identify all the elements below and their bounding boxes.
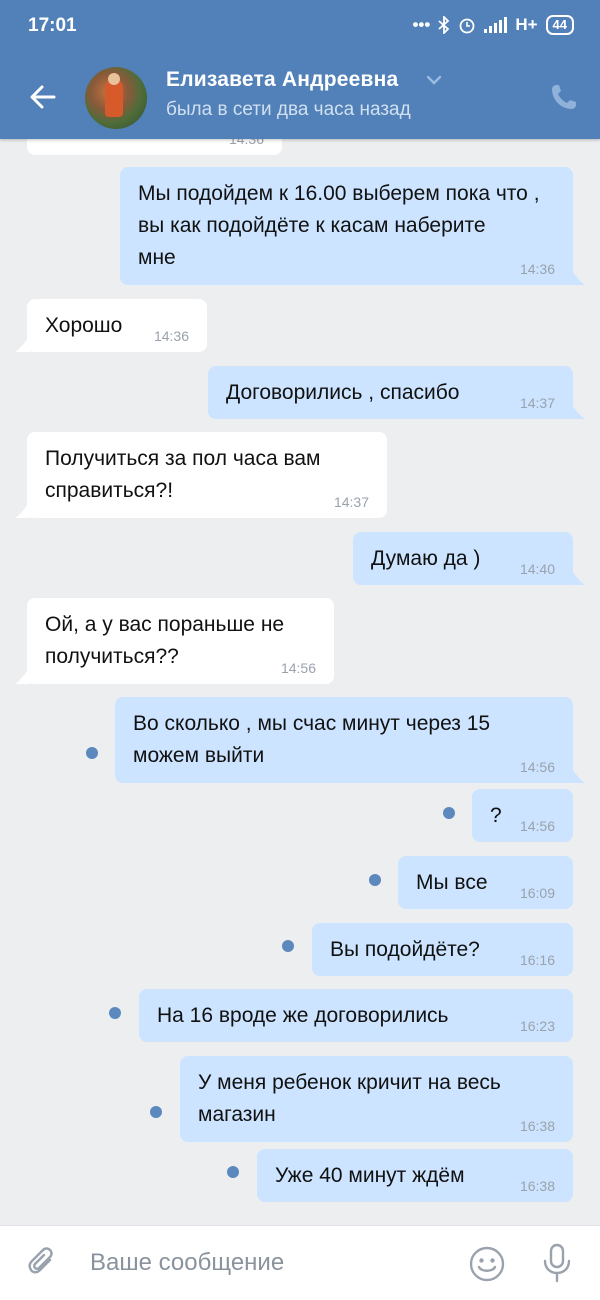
message-time: 14:40 bbox=[519, 561, 555, 577]
message-text: Получиться за пол часа вам справиться?! bbox=[45, 447, 321, 502]
contact-avatar[interactable] bbox=[85, 67, 147, 129]
unread-indicator bbox=[109, 1007, 121, 1019]
unread-indicator bbox=[227, 1166, 239, 1178]
message-text: Думаю да ) bbox=[371, 547, 481, 570]
incoming-message[interactable]: 14:36 bbox=[27, 139, 282, 155]
message-list[interactable]: 14:36 Мы подойдем к 16.00 выберем пока чт… bbox=[0, 139, 600, 1225]
network-type: H+ bbox=[515, 15, 538, 34]
message-text: У меня ребенок кричит на весь магазин bbox=[198, 1071, 501, 1126]
outgoing-message[interactable]: На 16 вроде же договорились 16:23 bbox=[139, 989, 573, 1042]
contact-name[interactable]: Елизавета Андреевна bbox=[166, 68, 398, 92]
paperclip-icon[interactable] bbox=[26, 1246, 60, 1280]
message-time: 16:23 bbox=[519, 1018, 555, 1034]
bubble-tail bbox=[15, 500, 31, 518]
bubble-tail bbox=[569, 401, 585, 419]
bluetooth-icon bbox=[438, 16, 450, 34]
microphone-icon[interactable] bbox=[540, 1243, 574, 1283]
incoming-message[interactable]: Получиться за пол часа вам справиться?! 1… bbox=[15, 432, 387, 518]
message-time: 16:16 bbox=[519, 952, 555, 968]
smile-icon[interactable] bbox=[468, 1245, 506, 1283]
chat-header: 17:01 ••• H+ 44 Елизавета Андреевна была… bbox=[0, 0, 600, 139]
status-icons: ••• H+ 44 bbox=[412, 15, 574, 35]
bubble-tail bbox=[15, 334, 31, 352]
bubble-tail bbox=[569, 567, 585, 585]
incoming-message[interactable]: Ой, а у вас пораньше не получиться?? 14:5… bbox=[15, 598, 334, 684]
battery-icon: 44 bbox=[545, 15, 574, 35]
unread-indicator bbox=[86, 747, 98, 759]
back-arrow-icon[interactable] bbox=[26, 80, 60, 114]
message-time: 14:36 bbox=[153, 328, 189, 344]
bubble-tail bbox=[569, 765, 585, 783]
chevron-down-icon[interactable] bbox=[425, 73, 443, 87]
incoming-message[interactable]: Хорошо 14:36 bbox=[15, 299, 207, 352]
phone-icon[interactable] bbox=[547, 80, 581, 114]
contact-last-seen: была в сети два часа назад bbox=[166, 99, 411, 120]
bubble-tail bbox=[15, 666, 31, 684]
message-text: На 16 вроде же договорились bbox=[157, 1004, 449, 1027]
message-text: Ой, а у вас пораньше не получиться?? bbox=[45, 613, 285, 668]
signal-icon bbox=[484, 17, 508, 33]
more-dots-icon: ••• bbox=[412, 15, 431, 34]
unread-indicator bbox=[369, 874, 381, 886]
outgoing-message[interactable]: Вы подойдёте? 16:16 bbox=[312, 923, 573, 976]
status-time: 17:01 bbox=[28, 15, 77, 36]
message-text: Мы подойдем к 16.00 выберем пока что , в… bbox=[138, 182, 540, 269]
outgoing-message[interactable]: Думаю да ) 14:40 bbox=[353, 532, 585, 585]
outgoing-message[interactable]: ? 14:56 bbox=[472, 789, 573, 842]
message-text: Вы подойдёте? bbox=[330, 938, 480, 961]
message-composer bbox=[0, 1225, 600, 1300]
message-time: 14:37 bbox=[333, 494, 369, 510]
outgoing-message[interactable]: У меня ребенок кричит на весь магазин 16:… bbox=[180, 1056, 573, 1142]
message-time: 14:56 bbox=[280, 660, 316, 676]
outgoing-message[interactable]: Договорились , спасибо 14:37 bbox=[208, 366, 585, 419]
alarm-icon bbox=[459, 18, 475, 34]
outgoing-message[interactable]: Мы все 16:09 bbox=[398, 856, 573, 909]
message-time: 14:36 bbox=[519, 261, 555, 277]
outgoing-message[interactable]: Мы подойдем к 16.00 выберем пока что , в… bbox=[120, 167, 585, 285]
unread-indicator bbox=[150, 1106, 162, 1118]
message-time: 16:38 bbox=[519, 1118, 555, 1134]
unread-indicator bbox=[282, 940, 294, 952]
message-text: Во сколько , мы счас минут через 15 може… bbox=[133, 712, 491, 767]
message-input[interactable] bbox=[88, 1240, 452, 1286]
message-text: Уже 40 минут ждём bbox=[275, 1164, 465, 1187]
message-time: 16:38 bbox=[519, 1178, 555, 1194]
outgoing-message[interactable]: Во сколько , мы счас минут через 15 може… bbox=[115, 697, 585, 783]
message-time: 14:56 bbox=[519, 759, 555, 775]
message-time: 14:37 bbox=[519, 395, 555, 411]
outgoing-message[interactable]: Уже 40 минут ждём 16:38 bbox=[257, 1149, 573, 1202]
unread-indicator bbox=[443, 807, 455, 819]
status-bar: 17:01 ••• H+ 44 bbox=[0, 0, 600, 54]
message-time: 14:36 bbox=[228, 139, 264, 147]
message-text: Договорились , спасибо bbox=[226, 381, 460, 404]
message-time: 14:56 bbox=[519, 818, 555, 834]
bubble-tail bbox=[569, 267, 585, 285]
message-time: 16:09 bbox=[519, 885, 555, 901]
